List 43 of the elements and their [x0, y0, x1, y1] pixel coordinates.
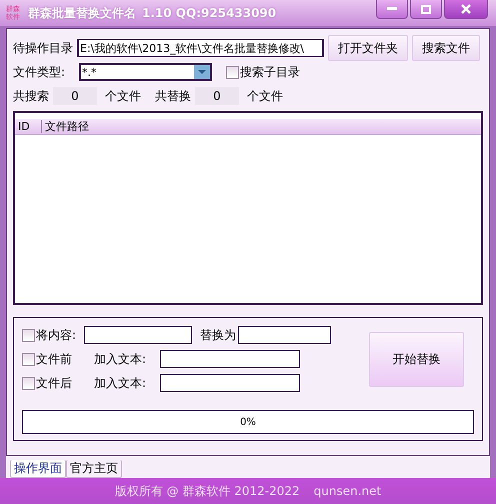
close-icon	[461, 4, 471, 14]
minimize-icon	[387, 7, 397, 11]
count-value: 0	[53, 87, 97, 105]
option-label: 文件前	[36, 350, 73, 368]
checkbox[interactable]	[22, 328, 35, 342]
window-title: 群森批量替换文件名	[28, 4, 136, 22]
input-field[interactable]	[84, 326, 192, 344]
checkbox[interactable]	[226, 66, 239, 78]
option-label: 将内容:	[36, 326, 78, 344]
tab[interactable]: 官方主页	[66, 460, 122, 478]
input-field[interactable]	[160, 374, 300, 392]
count-label: 共搜索	[13, 88, 49, 104]
checkbox[interactable]	[22, 352, 35, 366]
input-field[interactable]	[238, 326, 331, 344]
dropdown-icon	[194, 65, 210, 79]
directory-label: 待操作目录	[13, 40, 73, 56]
file-type-combo[interactable]: *.*	[79, 63, 212, 81]
option-label: 文件后	[36, 374, 73, 392]
progress-reading: 0%	[240, 416, 256, 428]
replace-with-label: 替换为	[200, 326, 236, 344]
column-header[interactable]: ID	[15, 120, 42, 133]
column-header[interactable]: 文件路径	[42, 119, 92, 134]
checkbox-label: 搜索子目录	[240, 64, 300, 80]
maximize-icon	[421, 4, 431, 14]
count-label: 共替换	[155, 88, 191, 104]
window-version: 1.10 QQ:925433090	[142, 6, 276, 20]
add-text-label: 加入文本:	[94, 374, 148, 392]
count-unit: 个文件	[247, 88, 283, 104]
count-value: 0	[195, 87, 239, 105]
add-text-label: 加入文本:	[94, 350, 148, 368]
open-folder-button[interactable]: 打开文件夹	[328, 35, 408, 61]
checkbox[interactable]	[22, 376, 35, 390]
copyright-text: 版权所有 @ 群森软件 2012-2022	[114, 482, 300, 500]
input-field[interactable]	[160, 350, 300, 368]
minimize-button[interactable]	[376, 0, 408, 19]
tab[interactable]: 操作界面	[10, 460, 66, 478]
start-replace-button[interactable]: 开始替换	[369, 332, 464, 387]
maximize-button[interactable]	[410, 0, 442, 19]
directory-field[interactable]: E:\我的软件\2013_软件\文件名批量替换修改\	[77, 39, 324, 57]
search-files-button[interactable]: 搜索文件	[412, 35, 480, 61]
file-type-label: 文件类型:	[13, 64, 66, 80]
close-button[interactable]	[444, 0, 488, 19]
count-unit: 个文件	[105, 88, 141, 104]
